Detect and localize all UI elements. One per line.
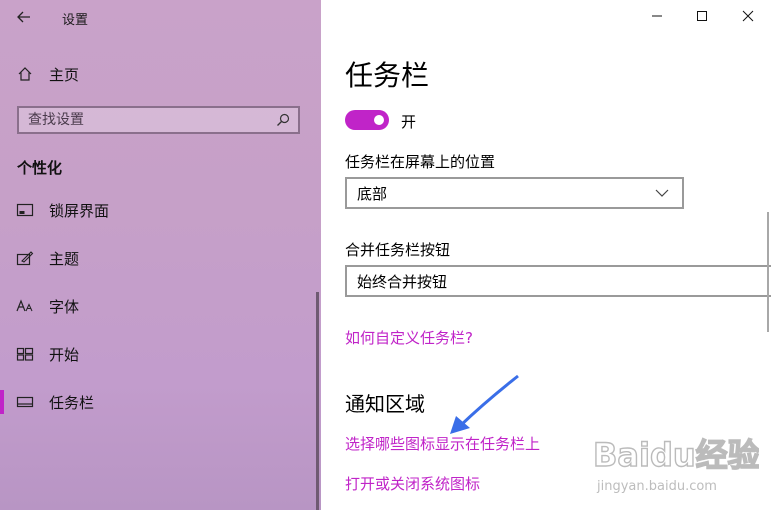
combine-dropdown[interactable]: 始终合并按钮 bbox=[345, 265, 771, 297]
main-scrollbar[interactable] bbox=[767, 212, 769, 332]
minimize-button[interactable] bbox=[634, 0, 680, 32]
maximize-button[interactable] bbox=[679, 0, 725, 32]
taskbar-icon bbox=[16, 393, 34, 411]
sidebar-item-theme[interactable]: 主题 bbox=[0, 234, 321, 282]
baidu-logo-icon: Baidu经验 jingyan.baidu.com bbox=[592, 435, 760, 494]
back-button[interactable] bbox=[10, 6, 38, 28]
close-icon bbox=[742, 10, 754, 22]
theme-brush-icon bbox=[16, 249, 34, 267]
notification-area-heading: 通知区域 bbox=[345, 392, 425, 416]
search-box[interactable] bbox=[17, 106, 300, 134]
app-title: 设置 bbox=[62, 13, 89, 28]
toggle-state-label: 开 bbox=[401, 113, 417, 131]
lock-screen-icon bbox=[16, 201, 34, 219]
toggle-knob bbox=[374, 115, 384, 125]
chevron-down-icon bbox=[652, 183, 672, 203]
sidebar-item-taskbar[interactable]: 任务栏 bbox=[0, 378, 321, 426]
font-icon bbox=[16, 297, 34, 315]
sidebar-item-label: 开始 bbox=[49, 345, 80, 364]
annotation-arrow-icon bbox=[450, 374, 519, 434]
sidebar-item-home[interactable]: 主页 bbox=[0, 58, 321, 90]
sidebar-item-label: 主题 bbox=[49, 249, 80, 268]
baidu-watermark: Baidu经验 jingyan.baidu.com bbox=[589, 420, 760, 500]
sidebar-item-start[interactable]: 开始 bbox=[0, 330, 321, 378]
sidebar-item-label: 锁屏界面 bbox=[49, 201, 110, 220]
taskbar-lock-toggle[interactable] bbox=[345, 110, 389, 130]
page-title: 任务栏 bbox=[345, 59, 430, 92]
section-heading: 个性化 bbox=[17, 159, 63, 177]
position-dropdown[interactable]: 底部 bbox=[345, 177, 684, 209]
system-icons-toggle-link[interactable]: 打开或关闭系统图标 bbox=[345, 473, 480, 494]
customize-taskbar-help-link[interactable]: 如何自定义任务栏? bbox=[345, 327, 473, 348]
position-label: 任务栏在屏幕上的位置 bbox=[345, 153, 496, 171]
search-input[interactable] bbox=[19, 107, 274, 133]
minimize-icon bbox=[652, 15, 662, 17]
sidebar-item-label: 任务栏 bbox=[49, 393, 95, 412]
svg-text:jingyan.baidu.com: jingyan.baidu.com bbox=[596, 479, 717, 494]
sidebar-item-font[interactable]: 字体 bbox=[0, 282, 321, 330]
sidebar: 设置 主页 个性化 锁屏界面 bbox=[0, 0, 321, 510]
home-icon bbox=[17, 66, 33, 82]
sidebar-item-label: 主页 bbox=[49, 65, 80, 84]
selection-indicator bbox=[0, 390, 4, 414]
close-button[interactable] bbox=[725, 0, 771, 32]
search-icon[interactable] bbox=[274, 111, 292, 129]
back-arrow-icon bbox=[17, 11, 30, 23]
combine-value: 始终合并按钮 bbox=[357, 272, 448, 291]
sidebar-titlebar: 设置 bbox=[0, 0, 321, 34]
svg-text:Baidu经验: Baidu经验 bbox=[593, 436, 759, 474]
start-grid-icon bbox=[16, 345, 34, 363]
maximize-icon bbox=[697, 11, 707, 21]
position-value: 底部 bbox=[357, 184, 388, 203]
combine-label: 合并任务栏按钮 bbox=[345, 241, 451, 259]
sidebar-item-lock-screen[interactable]: 锁屏界面 bbox=[0, 186, 321, 234]
sidebar-item-label: 字体 bbox=[49, 297, 80, 316]
sidebar-nav: 锁屏界面 主题 字体 开始 任务栏 bbox=[0, 186, 321, 426]
sidebar-scrollbar[interactable] bbox=[316, 292, 319, 510]
